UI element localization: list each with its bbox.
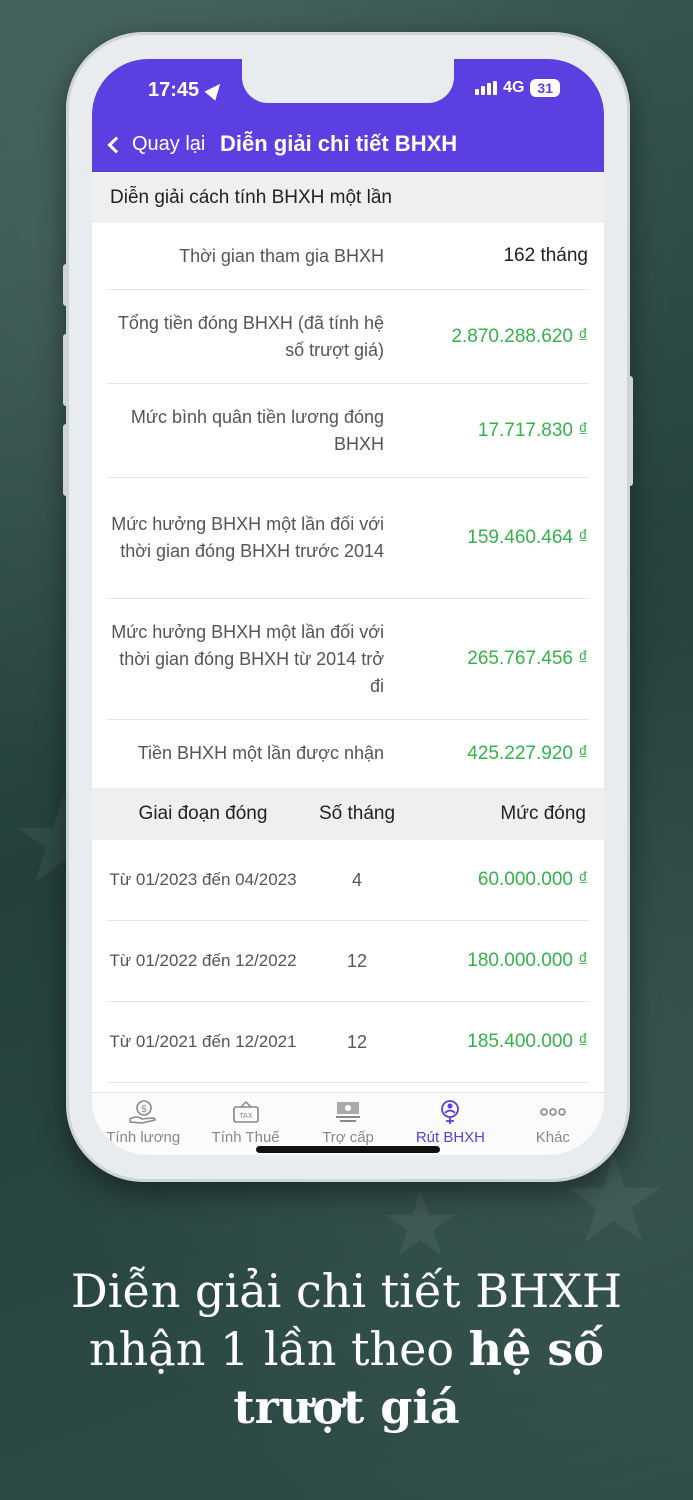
- allowance-icon: [333, 1099, 363, 1125]
- tab-label: Trợ cấp: [322, 1129, 374, 1146]
- summary-label: Thời gian tham gia BHXH: [179, 245, 384, 266]
- caption-line3-bold: trượt giá: [233, 1380, 460, 1434]
- summary-label: Mức hưởng BHXH một lần đối với thời gian…: [111, 514, 384, 561]
- network-type: 4G: [503, 79, 525, 96]
- table-row: Từ 01/2023 đến 04/2023 4 60.000.000 ₫: [108, 840, 588, 921]
- summary-value: 265.767.456 ₫: [467, 648, 588, 669]
- notch: [242, 59, 454, 103]
- summary-label: Tiền BHXH một lần được nhận: [137, 743, 384, 763]
- summary-row: Mức hưởng BHXH một lần đối với thời gian…: [108, 599, 588, 720]
- battery-icon: 31: [530, 79, 560, 97]
- caption-line2-text: nhận 1 lần theo: [89, 1322, 469, 1376]
- volume-down-button: [63, 424, 69, 496]
- tax-icon: TAX: [231, 1099, 261, 1125]
- tab-label: Rút BHXH: [415, 1129, 486, 1146]
- caption-line2-bold: hệ số: [468, 1322, 604, 1376]
- summary-label: Mức bình quân tiền lương đóng BHXH: [130, 406, 384, 454]
- tab-more[interactable]: Khác: [502, 1093, 604, 1155]
- svg-text:$: $: [141, 1104, 147, 1115]
- background-star-icon: ★: [380, 1175, 461, 1275]
- signal-icon: [475, 81, 498, 95]
- phone-frame: 17:45 4G 31 Quay lại Diễn giải chi tiết …: [63, 32, 633, 1182]
- summary-value: 17.717.830 ₫: [477, 419, 588, 441]
- column-header: Mức đóng: [500, 803, 586, 824]
- section-title: Diễn giải cách tính BHXH một lần: [92, 172, 604, 223]
- salary-icon: $: [128, 1099, 158, 1125]
- amount-cell: 180.000.000 ₫: [467, 950, 588, 971]
- content-scroll[interactable]: Diễn giải cách tính BHXH một lần Thời gi…: [92, 172, 604, 1100]
- caption-line1: Diễn giải chi tiết BHXH: [70, 1264, 623, 1318]
- table-row: Từ 01/2021 đến 12/2021 12 185.400.000 ₫: [108, 1002, 588, 1083]
- tab-label: Tính lương: [106, 1129, 181, 1146]
- caption-line2: nhận 1 lần theo hệ số: [0, 1320, 693, 1378]
- power-button: [627, 376, 633, 486]
- side-button: [63, 264, 69, 306]
- amount-cell: 60.000.000 ₫: [477, 869, 588, 890]
- summary-value: 159.460.464 ₫: [467, 527, 588, 548]
- summary-row: Tổng tiền đóng BHXH (đã tính hệ số trượt…: [108, 290, 588, 384]
- volume-up-button: [63, 334, 69, 406]
- summary-row: Mức bình quân tiền lương đóng BHXH 17.71…: [108, 384, 588, 478]
- summary-label: Tổng tiền đóng BHXH (đã tính hệ số trượt…: [117, 312, 384, 360]
- summary-row: Thời gian tham gia BHXH 162 tháng: [108, 223, 588, 290]
- tab-salary[interactable]: $ Tính lương: [92, 1093, 194, 1155]
- page-title: Diễn giải chi tiết BHXH: [220, 131, 458, 156]
- home-indicator[interactable]: [256, 1146, 440, 1153]
- svg-text:TAX: TAX: [238, 1112, 253, 1120]
- summary-label: Mức hưởng BHXH một lần đối với thời gian…: [111, 621, 384, 696]
- tab-label: Tính Thuế: [211, 1129, 280, 1146]
- summary-row: Mức hưởng BHXH một lần đối với thời gian…: [108, 478, 588, 599]
- column-header: Giai đoạn đóng: [138, 803, 268, 824]
- back-button[interactable]: Quay lại: [106, 133, 205, 156]
- summary-value: 425.227.920 ₫: [467, 742, 588, 764]
- promo-caption: Diễn giải chi tiết BHXH nhận 1 lần theo …: [0, 1262, 693, 1436]
- amount-cell: 185.400.000 ₫: [467, 1031, 588, 1052]
- period-cell: Từ 01/2022 đến 12/2022: [109, 951, 297, 970]
- caption-line3: trượt giá: [0, 1378, 693, 1436]
- tab-label: Khác: [535, 1129, 570, 1146]
- table-header: Giai đoạn đóng Số tháng Mức đóng: [92, 788, 604, 840]
- months-cell: 4: [351, 869, 362, 890]
- period-cell: Từ 01/2023 đến 04/2023: [109, 870, 297, 889]
- period-cell: Từ 01/2021 đến 12/2021: [109, 1032, 297, 1051]
- table-row: Từ 01/2022 đến 12/2022 12 180.000.000 ₫: [108, 921, 588, 1002]
- summary-value: 162 tháng: [503, 245, 588, 266]
- status-time: 17:45: [148, 79, 200, 101]
- app-screen: 17:45 4G 31 Quay lại Diễn giải chi tiết …: [92, 59, 604, 1155]
- chevron-left-icon: [107, 136, 125, 153]
- more-icon: [538, 1099, 568, 1125]
- summary-value: 2.870.288.620 ₫: [451, 325, 588, 347]
- back-label: Quay lại: [132, 133, 206, 155]
- location-arrow-icon: [204, 79, 226, 101]
- insurance-icon: [435, 1099, 465, 1125]
- column-header: Số tháng: [318, 803, 396, 824]
- summary-row: Tiền BHXH một lần được nhận 425.227.920 …: [108, 720, 588, 787]
- status-indicators: 4G 31: [475, 79, 560, 97]
- months-cell: 12: [346, 950, 368, 971]
- months-cell: 12: [346, 1031, 368, 1052]
